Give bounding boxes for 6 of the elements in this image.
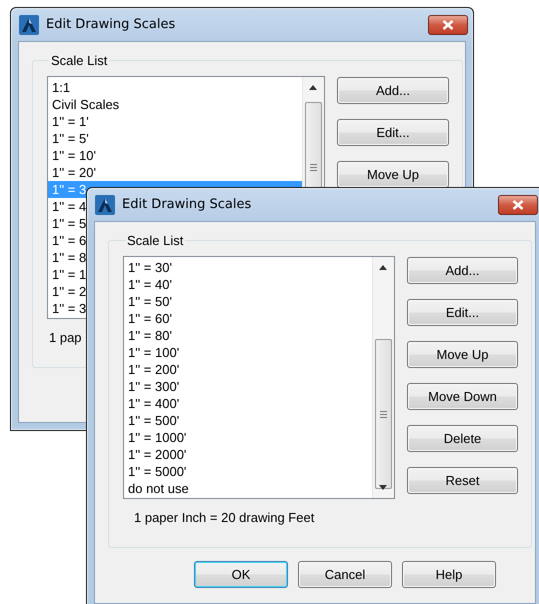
scale-caption: 1 pap	[49, 330, 82, 345]
group-label: Scale List	[126, 233, 184, 248]
group-label: Scale List	[50, 53, 108, 68]
scale-caption: 1 paper Inch = 20 drawing Feet	[134, 510, 314, 525]
window-title: Edit Drawing Scales	[122, 197, 252, 212]
window-title: Edit Drawing Scales	[46, 17, 176, 32]
